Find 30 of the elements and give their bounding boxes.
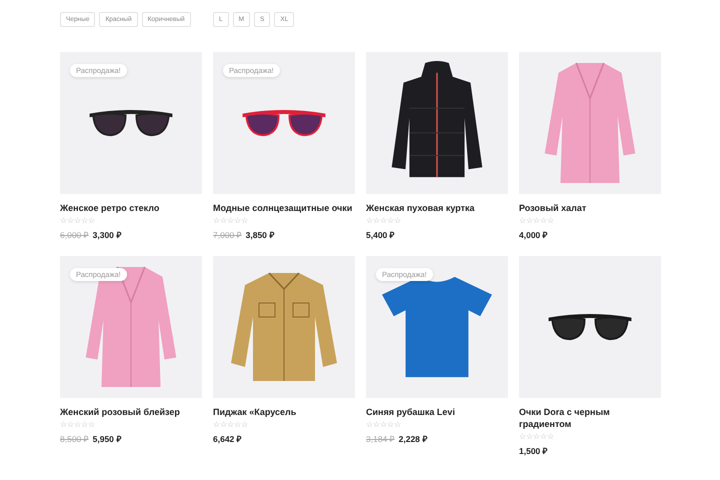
- product-image[interactable]: [366, 52, 508, 194]
- old-price: 8,500 ₽: [60, 433, 89, 444]
- price: 3,850 ₽: [246, 229, 274, 240]
- product-title[interactable]: Женское ретро стекло: [60, 202, 202, 214]
- product-title[interactable]: Женская пуховая куртка: [366, 202, 508, 214]
- star-rating: ☆☆☆☆☆: [60, 216, 96, 226]
- price: 1,500 ₽: [519, 445, 548, 456]
- product-image[interactable]: [519, 256, 661, 398]
- product-title[interactable]: Синяя рубашка Levi: [366, 406, 508, 418]
- old-price: 6,000 ₽: [60, 229, 89, 240]
- price: 4,000 ₽: [519, 229, 548, 240]
- old-price: 3,184 ₽: [366, 433, 395, 444]
- product-title[interactable]: Очки Dora с черным градиентом: [519, 406, 661, 430]
- product-title[interactable]: Розовый халат: [519, 202, 661, 214]
- product-title[interactable]: Модные солнцезащитные очки: [213, 202, 355, 214]
- star-rating: ☆☆☆☆☆: [366, 420, 402, 430]
- product-title[interactable]: Женский розовый блейзер: [60, 406, 202, 418]
- old-price: 7,000 ₽: [213, 229, 242, 240]
- star-rating: ☆☆☆☆☆: [213, 216, 249, 226]
- price: 6,642 ₽: [213, 433, 242, 444]
- product-title[interactable]: Пиджак «Карусель: [213, 406, 355, 418]
- star-rating: ☆☆☆☆☆: [519, 216, 555, 226]
- price: 2,228 ₽: [398, 433, 428, 444]
- star-rating: ☆☆☆☆☆: [366, 216, 402, 226]
- star-rating: ☆☆☆☆☆: [213, 420, 249, 430]
- star-rating: ☆☆☆☆☆: [519, 432, 555, 442]
- price: 5,950 ₽: [92, 433, 122, 444]
- star-rating: ☆☆☆☆☆: [60, 420, 96, 430]
- price: 3,300 ₽: [92, 229, 122, 240]
- price: 5,400 ₽: [366, 229, 395, 240]
